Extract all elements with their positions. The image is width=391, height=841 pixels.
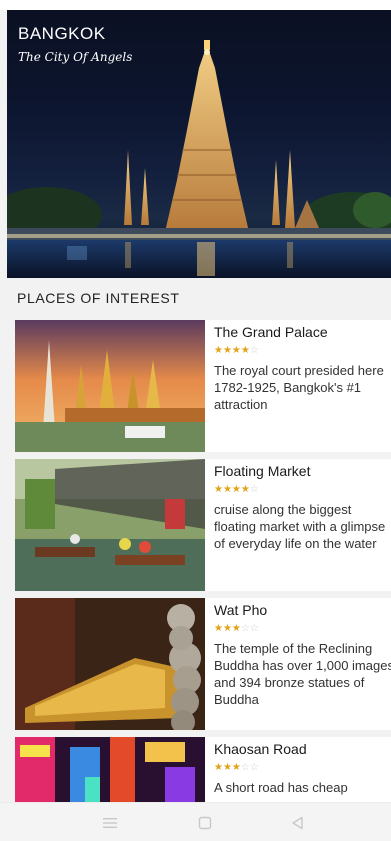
- place-name: Floating Market: [214, 463, 311, 479]
- place-name: Wat Pho: [214, 602, 268, 618]
- place-card-wat-pho[interactable]: Wat Pho ★★★☆☆ The temple of the Reclinin…: [15, 598, 391, 730]
- city-subtitle: The City Of Angels: [18, 50, 133, 64]
- status-bar-area: [0, 0, 391, 10]
- place-description: A short road has cheap: [214, 780, 348, 795]
- places-list: The Grand Palace ★★★★☆ The royal court p…: [0, 318, 391, 802]
- back-triangle-icon[interactable]: [286, 813, 310, 833]
- home-square-icon[interactable]: [193, 813, 217, 833]
- rating-stars: ★★★☆☆: [214, 623, 391, 635]
- star-empty-icon: ☆: [249, 484, 259, 495]
- place-thumbnail: [15, 737, 205, 802]
- place-card-grand-palace[interactable]: The Grand Palace ★★★★☆ The royal court p…: [15, 320, 391, 452]
- city-title: BANGKOK: [18, 24, 106, 43]
- star-icon: ★★★★: [214, 345, 250, 356]
- star-empty-icon: ☆☆: [240, 623, 259, 634]
- place-name: The Grand Palace: [214, 324, 328, 340]
- system-navigation-bar: [0, 802, 391, 841]
- place-card-floating-market[interactable]: Floating Market ★★★★☆ cruise along the b…: [15, 459, 391, 591]
- menu-icon[interactable]: [98, 813, 122, 833]
- rating-stars: ★★★★☆: [214, 484, 391, 496]
- place-name: Khaosan Road: [214, 741, 307, 757]
- place-thumbnail: [15, 459, 205, 591]
- star-empty-icon: ☆☆: [240, 762, 259, 773]
- star-icon: ★★★★: [214, 484, 250, 495]
- star-empty-icon: ☆: [249, 345, 259, 356]
- place-thumbnail: [15, 598, 205, 730]
- star-icon: ★★★: [214, 623, 241, 634]
- star-icon: ★★★: [214, 762, 241, 773]
- place-card-khaosan-road[interactable]: Khaosan Road ★★★☆☆ A short road has chea…: [15, 737, 391, 802]
- place-description: The royal court presided here 1782-1925,…: [214, 363, 384, 412]
- rating-stars: ★★★★☆: [214, 345, 391, 357]
- place-description: cruise along the biggest floating market…: [214, 502, 386, 551]
- section-title: PLACES OF INTEREST: [17, 290, 180, 306]
- rating-stars: ★★★☆☆: [214, 762, 391, 774]
- hero-banner: BANGKOK The City Of Angels: [7, 10, 391, 278]
- place-thumbnail: [15, 320, 205, 452]
- place-description: The temple of the Reclining Buddha has o…: [214, 641, 391, 707]
